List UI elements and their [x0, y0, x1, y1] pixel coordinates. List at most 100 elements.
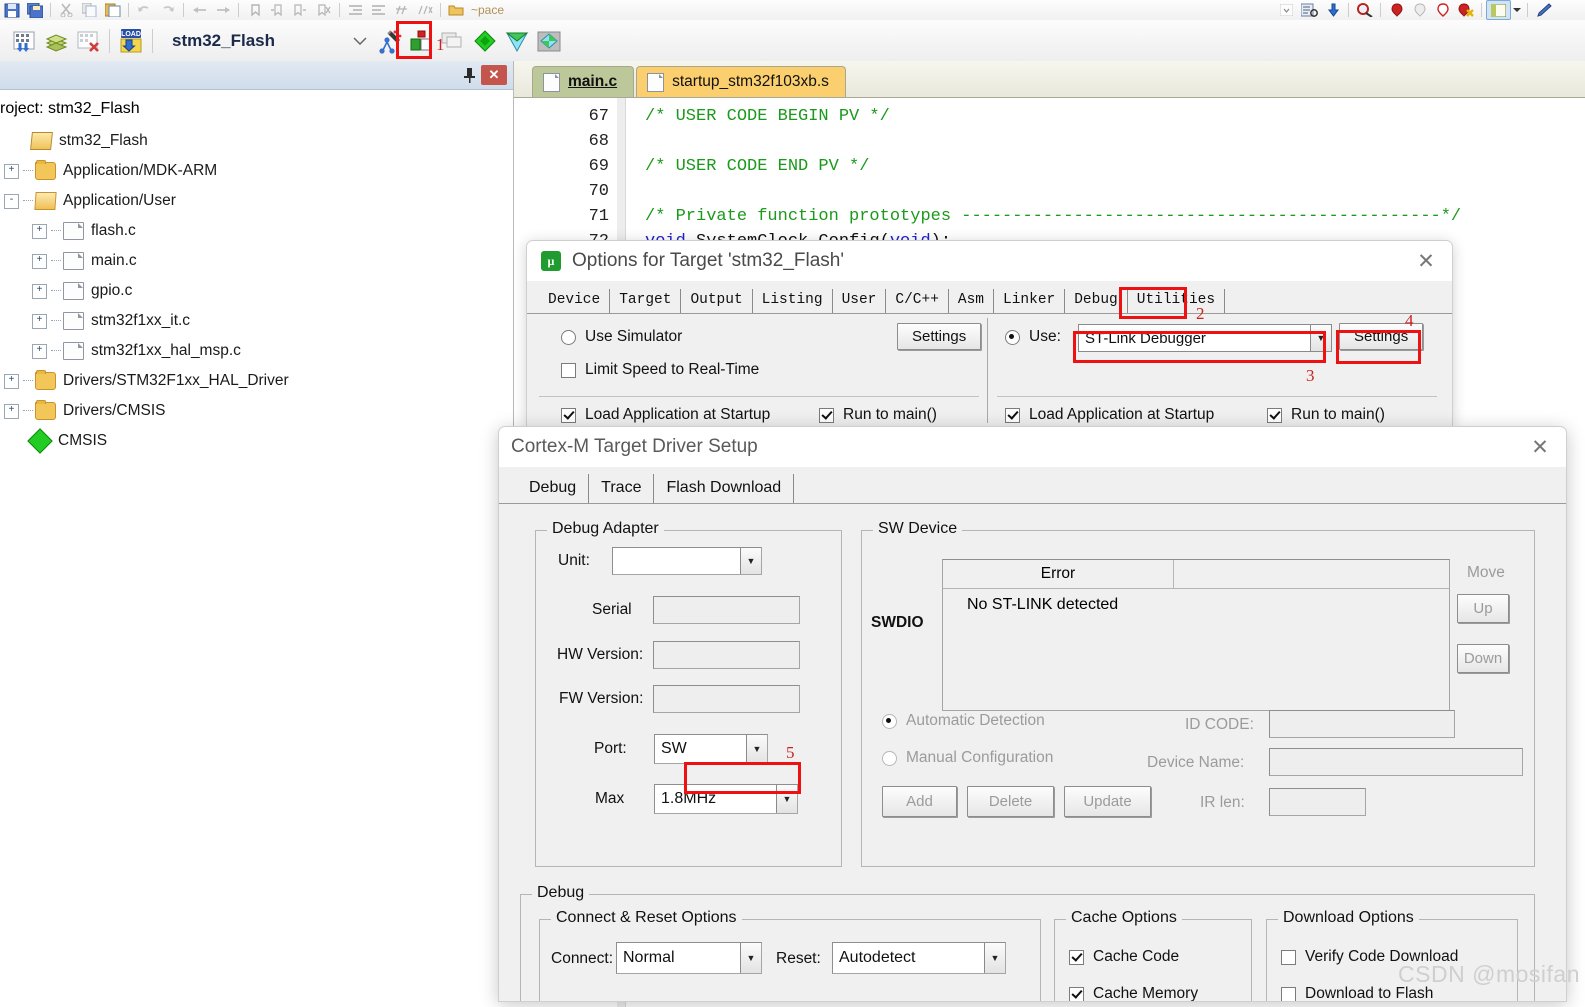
build-target-icon[interactable]: [40, 24, 72, 58]
verify-code-download-checkbox[interactable]: [1281, 949, 1296, 965]
disable-breakpoint-icon[interactable]: [1408, 1, 1431, 19]
options-tab-asm[interactable]: Asm: [949, 289, 995, 313]
add-button[interactable]: Add: [882, 786, 957, 817]
use-simulator-radio[interactable]: [561, 329, 576, 345]
reset-select[interactable]: Autodetect ▼: [832, 942, 1006, 974]
debugger-select[interactable]: ST-Link Debugger ▼: [1078, 324, 1332, 352]
pack-manager-icon[interactable]: [533, 24, 565, 58]
pack-installer-icon[interactable]: [501, 24, 533, 58]
cortex-tab-trace[interactable]: Trace: [589, 474, 655, 503]
toggle-bookmark-icon[interactable]: [243, 1, 266, 19]
editor-tab[interactable]: startup_stm32f103xb.s: [636, 66, 846, 97]
options-for-target-dialog[interactable]: µ Options for Target 'stm32_Flash' ✕ Dev…: [526, 240, 1453, 427]
options-for-target-icon[interactable]: [373, 24, 405, 58]
verify-code-download-row[interactable]: Verify Code Download: [1281, 948, 1458, 966]
run-to-main-left-checkbox[interactable]: [819, 407, 834, 423]
cortex-dialog-tabs[interactable]: Debug Trace Flash Download: [499, 467, 1566, 503]
save-all-icon[interactable]: [23, 1, 46, 19]
automatic-detection-row[interactable]: Automatic Detection: [882, 712, 1045, 730]
tree-expander-icon[interactable]: +: [32, 253, 47, 269]
tree-item[interactable]: - Application/User: [0, 186, 513, 216]
download-to-flash-row[interactable]: Download to Flash: [1281, 985, 1433, 1001]
save-icon[interactable]: [0, 1, 23, 19]
tree-item[interactable]: + Application/MDK-ARM: [0, 156, 513, 186]
start-debug-icon[interactable]: [1353, 1, 1376, 19]
connect-select[interactable]: Normal ▼: [616, 942, 762, 974]
paste-icon[interactable]: [101, 1, 124, 19]
use-simulator-row[interactable]: Use Simulator: [561, 328, 682, 346]
update-button[interactable]: Update: [1064, 786, 1151, 817]
load-icon[interactable]: LOAD: [115, 24, 147, 58]
options-tab-debug[interactable]: Debug: [1065, 289, 1128, 313]
close-icon[interactable]: ✕: [1520, 430, 1560, 464]
options-tab-linker[interactable]: Linker: [994, 289, 1066, 313]
navigate-forward-icon[interactable]: [211, 1, 234, 19]
options-tab-c-c-[interactable]: C/C++: [886, 289, 949, 313]
tree-expander-icon[interactable]: +: [4, 163, 19, 179]
tree-item[interactable]: stm32_Flash: [0, 126, 513, 156]
limit-speed-checkbox[interactable]: [561, 362, 576, 378]
close-icon[interactable]: ✕: [481, 65, 507, 85]
load-app-right-row[interactable]: Load Application at Startup: [1005, 406, 1214, 424]
cache-memory-checkbox[interactable]: [1069, 986, 1084, 1001]
options-tab-device[interactable]: Device: [539, 289, 611, 313]
chevron-down-icon[interactable]: ▼: [746, 735, 767, 763]
max-clock-select[interactable]: 1.8MHz ▼: [654, 784, 798, 814]
cortex-tab-flash-download[interactable]: Flash Download: [654, 474, 795, 503]
close-icon[interactable]: ✕: [1406, 244, 1446, 278]
tree-item[interactable]: + stm32f1xx_hal_msp.c: [0, 336, 513, 366]
clear-breakpoints-icon[interactable]: [1431, 1, 1454, 19]
simulator-settings-button[interactable]: Settings: [897, 323, 982, 350]
outdent-icon[interactable]: [367, 1, 390, 19]
tree-item[interactable]: + main.c: [0, 246, 513, 276]
find-in-files-icon[interactable]: [1298, 1, 1321, 19]
delete-button[interactable]: Delete: [967, 786, 1054, 817]
quickfind-combo-arrow-icon[interactable]: [1275, 1, 1298, 19]
open-folder-icon[interactable]: [445, 1, 468, 19]
pin-icon[interactable]: [457, 65, 481, 85]
kill-all-breakpoints-icon[interactable]: [1454, 1, 1477, 19]
load-app-left-row[interactable]: Load Application at Startup: [561, 406, 770, 424]
sw-device-listbox[interactable]: Error No ST-LINK detected: [942, 559, 1450, 711]
tree-item[interactable]: + Drivers/STM32F1xx_HAL_Driver: [0, 366, 513, 396]
tree-expander-icon[interactable]: +: [32, 343, 47, 359]
unit-select[interactable]: ▼: [612, 547, 762, 575]
chevron-down-icon[interactable]: ▼: [776, 785, 797, 813]
chevron-down-icon[interactable]: ▼: [1310, 325, 1331, 351]
tree-expander-icon[interactable]: +: [32, 313, 47, 329]
options-tab-utilities[interactable]: Utilities: [1128, 289, 1226, 313]
undo-icon[interactable]: [133, 1, 156, 19]
build-toolbar[interactable]: LOAD stm32_Flash: [0, 20, 1585, 62]
cache-code-checkbox[interactable]: [1069, 949, 1084, 965]
load-app-left-checkbox[interactable]: [561, 407, 576, 423]
run-to-main-right-row[interactable]: Run to main(): [1267, 406, 1385, 424]
run-to-main-left-row[interactable]: Run to main(): [819, 406, 937, 424]
download-to-flash-checkbox[interactable]: [1281, 986, 1296, 1001]
load-app-right-checkbox[interactable]: [1005, 407, 1020, 423]
main-toolbar-top[interactable]: ~pace: [0, 0, 1585, 21]
cmsis-pack-icon[interactable]: [469, 24, 501, 58]
copy-icon[interactable]: [78, 1, 101, 19]
cut-icon[interactable]: [55, 1, 78, 19]
manage-runtime-environment-icon[interactable]: [405, 24, 437, 58]
download-arrow-icon[interactable]: [1321, 1, 1344, 19]
tree-item[interactable]: + Drivers/CMSIS: [0, 396, 513, 426]
run-to-main-right-checkbox[interactable]: [1267, 407, 1282, 423]
options-dialog-tabs[interactable]: Device Target Output Listing User C/C++ Asm Lin…: [527, 281, 1452, 313]
tree-expander-icon[interactable]: +: [32, 283, 47, 299]
manual-configuration-radio[interactable]: [882, 750, 897, 766]
redo-icon[interactable]: [156, 1, 179, 19]
rebuild-all-icon[interactable]: [72, 24, 104, 58]
options-tab-user[interactable]: User: [833, 289, 887, 313]
navigate-back-icon[interactable]: [188, 1, 211, 19]
chevron-down-icon[interactable]: ▼: [740, 548, 761, 574]
chevron-down-icon[interactable]: ▼: [984, 943, 1005, 973]
prev-bookmark-icon[interactable]: [266, 1, 289, 19]
tree-item[interactable]: CMSIS: [0, 426, 513, 456]
pencil-icon[interactable]: [1532, 1, 1555, 19]
target-combo-arrow-icon[interactable]: [347, 24, 373, 58]
cortex-tab-debug[interactable]: Debug: [517, 474, 590, 503]
move-up-button[interactable]: Up: [1457, 594, 1509, 623]
automatic-detection-radio[interactable]: [882, 713, 897, 729]
indent-icon[interactable]: [344, 1, 367, 19]
